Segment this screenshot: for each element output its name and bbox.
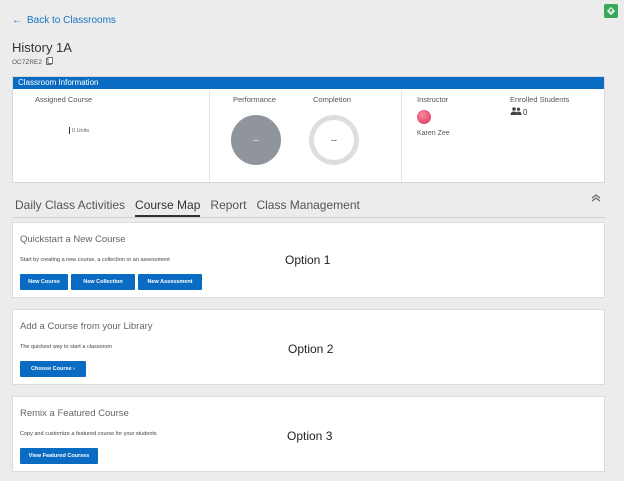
completion-circle[interactable]: -- [309,115,359,165]
new-course-button[interactable]: New Course [20,274,68,290]
divider [209,91,210,181]
arrow-left-icon: ← [12,15,22,26]
assigned-course-label: Assigned Course [35,95,93,104]
new-collection-button[interactable]: New Collection [71,274,135,290]
performance-label: Performance [233,95,276,104]
completion-value: -- [331,135,337,145]
tab-daily-class-activities[interactable]: Daily Class Activities [15,196,125,217]
info-panel-header: Classroom Information [13,77,604,89]
classroom-info-panel: Classroom Information Assigned Course 0 … [12,76,605,183]
completion-label: Completion [313,95,351,104]
new-assessment-button[interactable]: New Assessment [138,274,202,290]
collapse-chevron-icon[interactable] [590,193,602,206]
tab-class-management[interactable]: Class Management [256,196,359,217]
expand-icon[interactable] [604,4,618,18]
card-description: Start by creating a new course, a collec… [20,257,170,263]
class-title: History 1A [12,40,72,55]
back-to-classrooms-link[interactable]: ← Back to Classrooms [12,15,116,26]
card-title: Remix a Featured Course [20,408,129,419]
class-code: OC7ZRE2 [12,57,53,67]
option-label: Option 3 [287,429,333,443]
card-title: Quickstart a New Course [20,234,126,245]
option-label: Option 2 [288,342,334,356]
card-description: Copy and customize a featured course for… [20,431,157,437]
tab-report[interactable]: Report [210,196,246,217]
divider [401,91,402,181]
instructor-name: Karen Zee [417,130,450,137]
tab-course-map[interactable]: Course Map [135,196,201,217]
quickstart-card: Quickstart a New Course Start by creatin… [12,222,605,298]
performance-circle[interactable]: -- [231,115,281,165]
instructor-label: Instructor [417,95,449,104]
units-bar [69,127,70,134]
option-label: Option 1 [285,253,331,267]
people-icon [510,107,522,117]
performance-value: -- [253,135,259,145]
classroom-tabs: Daily Class Activities Course Map Report… [12,196,605,218]
view-featured-courses-button[interactable]: View Featured Courses [20,448,98,464]
units-text: 0 Units [72,127,90,134]
enrolled-students-label: Enrolled Students [510,95,570,104]
copy-icon[interactable] [46,57,53,67]
card-description: The quickest way to start a classroom [20,344,113,350]
library-card: Add a Course from your Library The quick… [12,309,605,385]
back-link-label: Back to Classrooms [27,15,116,26]
featured-course-card: Remix a Featured Course Copy and customi… [12,396,605,472]
choose-course-button[interactable]: Choose Course › [20,361,86,377]
card-title: Add a Course from your Library [20,321,153,332]
class-code-text: OC7ZRE2 [12,58,42,66]
enrolled-students-count: 0 [510,107,527,117]
enrolled-count: 0 [523,107,528,117]
instructor-avatar [417,110,431,124]
units-count: 0 Units [69,127,89,134]
